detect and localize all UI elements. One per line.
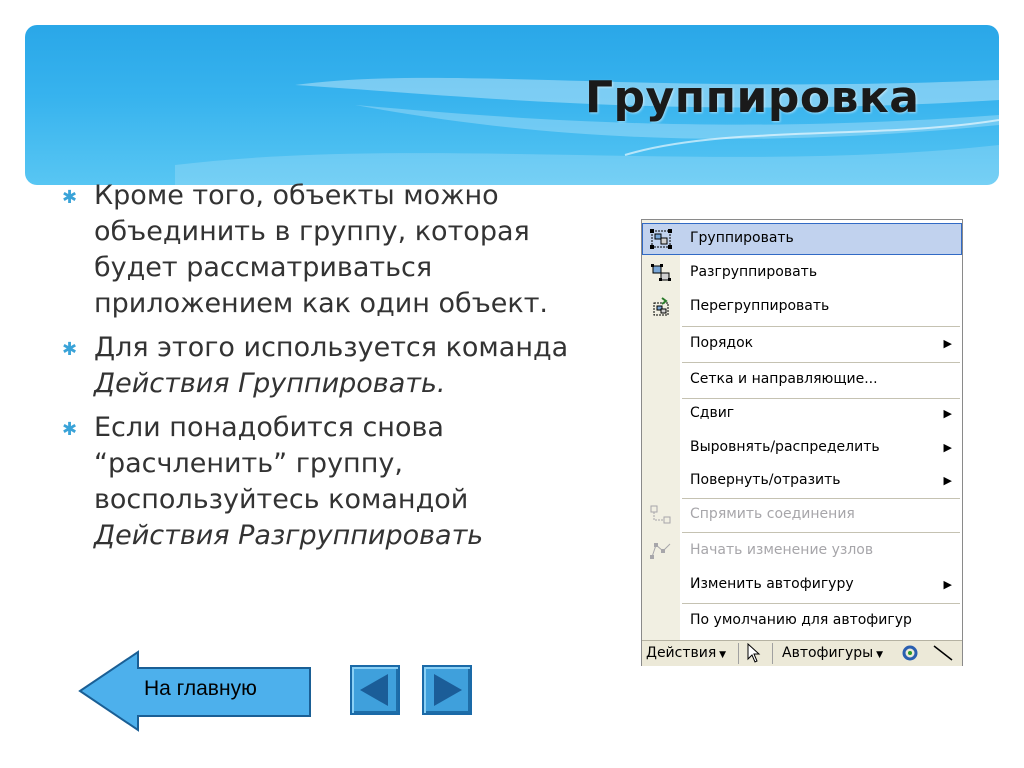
menu-item-change-autoshape[interactable]: Изменить автофигуру ▶ <box>642 569 962 601</box>
toolbar-separator <box>772 643 773 664</box>
dropdown-arrow-icon: ▼ <box>716 650 727 660</box>
reroute-connectors-icon <box>650 505 672 525</box>
submenu-arrow-icon: ▶ <box>943 578 952 591</box>
menu-item-ungroup[interactable]: Разгруппировать <box>642 257 962 289</box>
bullet-command: Действия Группировать. <box>94 368 446 399</box>
menu-item-label: Порядок <box>690 335 754 351</box>
menu-item-reroute: Спрямить соединения <box>642 499 962 531</box>
submenu-arrow-icon: ▶ <box>943 441 952 454</box>
menu-item-label: Выровнять/распределить <box>690 439 880 455</box>
bullet-command: Действия Разгруппировать <box>94 520 484 551</box>
group-icon <box>650 229 672 249</box>
bullet-star-icon: ✱ <box>62 187 78 208</box>
submenu-arrow-icon: ▶ <box>943 337 952 350</box>
menu-item-align[interactable]: Выровнять/распределить ▶ <box>642 432 962 464</box>
menu-item-nudge[interactable]: Сдвиг ▶ <box>642 398 962 430</box>
left-arrow-icon <box>360 674 388 706</box>
menu-item-label: Сдвиг <box>690 405 735 421</box>
bullet-item: ✱ Кроме того, объекты можно объединить в… <box>62 178 602 322</box>
menu-item-label: Спрямить соединения <box>690 506 855 522</box>
menu-item-grid[interactable]: Сетка и направляющие... <box>642 364 962 396</box>
bullet-item: ✱ Если понадобится снова “расчленить” гр… <box>62 410 602 554</box>
bullet-text: Кроме того, объекты можно объединить в г… <box>94 180 549 319</box>
select-pointer-icon[interactable] <box>746 642 762 667</box>
menu-item-rotate[interactable]: Повернуть/отразить ▶ <box>642 465 962 497</box>
rotate-icon[interactable] <box>900 644 920 666</box>
menu-item-label: Сетка и направляющие... <box>690 371 878 387</box>
toolbar-separator <box>738 643 739 664</box>
menu-separator <box>682 326 960 327</box>
previous-slide-button[interactable] <box>350 665 400 715</box>
bullet-text: Если понадобится снова “расчленить” груп… <box>94 412 469 515</box>
ungroup-icon <box>650 263 672 283</box>
dropdown-arrow-icon: ▼ <box>873 650 883 660</box>
right-arrow-icon <box>434 674 462 706</box>
drawing-toolbar: Действия ▼ Автофигуры ▼ <box>642 640 962 666</box>
bullet-star-icon: ✱ <box>62 419 78 440</box>
slide-title: Группировка <box>585 72 920 123</box>
menu-separator <box>682 532 960 533</box>
home-button[interactable]: На главную <box>78 650 312 732</box>
submenu-arrow-icon: ▶ <box>943 407 952 420</box>
menu-item-edit-points: Начать изменение узлов <box>642 535 962 567</box>
actions-label: Действия <box>646 645 717 661</box>
bullet-item: ✱ Для этого используется команда Действи… <box>62 330 602 402</box>
menu-item-group[interactable]: Группировать <box>642 223 962 255</box>
menu-item-label: Изменить автофигуру <box>690 576 854 592</box>
menu-item-label: Группировать <box>690 230 794 246</box>
menu-item-label: Повернуть/отразить <box>690 472 841 488</box>
bullet-star-icon: ✱ <box>62 339 78 360</box>
menu-item-label: Разгруппировать <box>690 264 818 280</box>
line-tool-icon[interactable] <box>932 644 954 666</box>
bullet-list: ✱ Кроме того, объекты можно объединить в… <box>62 178 602 562</box>
actions-menu: Группировать Разгруппировать Перегруппир… <box>641 219 963 666</box>
menu-item-label: Начать изменение узлов <box>690 542 874 558</box>
menu-item-label: Перегруппировать <box>690 298 830 314</box>
menu-item-autoshape-defaults[interactable]: По умолчанию для автофигур <box>642 605 962 637</box>
regroup-icon <box>650 297 672 317</box>
submenu-arrow-icon: ▶ <box>943 474 952 487</box>
menu-separator <box>682 362 960 363</box>
menu-item-regroup[interactable]: Перегруппировать <box>642 291 962 323</box>
bullet-text: Для этого используется команда <box>94 332 569 363</box>
menu-separator <box>682 603 960 604</box>
home-button-label: На главную <box>144 677 257 700</box>
autoshapes-menu-button[interactable]: Автофигуры ▼ <box>782 645 883 661</box>
autoshapes-label: Автофигуры <box>782 645 874 661</box>
actions-menu-button[interactable]: Действия ▼ <box>646 645 726 661</box>
menu-item-order[interactable]: Порядок ▶ <box>642 328 962 360</box>
edit-points-icon <box>650 541 672 561</box>
next-slide-button[interactable] <box>422 665 472 715</box>
menu-item-label: По умолчанию для автофигур <box>690 612 912 628</box>
